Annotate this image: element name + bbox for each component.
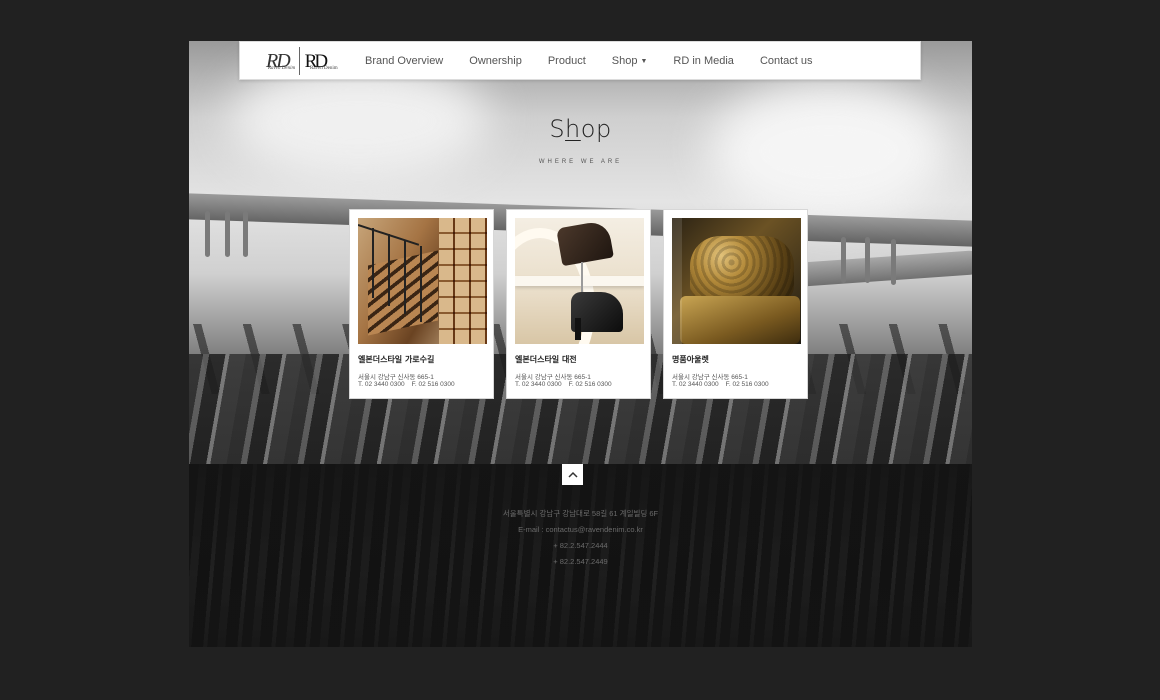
nav-brand-overview[interactable]: Brand Overview	[365, 55, 443, 67]
footer-phone: + 82.2.547.2449	[553, 557, 608, 566]
nav-rd-in-media[interactable]: RD in Media	[673, 55, 734, 67]
shop-contact: T. 02 3440 0300 F. 02 516 0300	[672, 381, 776, 388]
rail-post	[372, 228, 374, 298]
footer-email[interactable]: E-mail : contactus@ravendenim.co.kr	[189, 522, 972, 538]
main-menu: Brand Overview Ownership Product Shop ▼ R…	[365, 42, 839, 79]
hanger-hook	[865, 237, 870, 283]
shop-name: 명품아울렛	[672, 354, 709, 364]
shop-fax: F. 02 516 0300	[411, 381, 455, 388]
rail-post	[420, 246, 422, 322]
shop-card[interactable]: 엘본더스타일 가로수길 서울시 강남구 신사동 665-1 T. 02 3440…	[349, 209, 494, 399]
brown-shoe	[556, 219, 614, 267]
shop-card[interactable]: 명품아울렛 서울시 강남구 신사동 665-1 T. 02 3440 0300 F…	[663, 209, 808, 399]
hanger-hook	[243, 211, 248, 257]
title-part-underlined: h	[565, 115, 581, 143]
logo-caption-script: Raven Denim	[268, 66, 296, 71]
hanger-hook	[841, 237, 846, 283]
glass-reflection	[672, 218, 682, 344]
logo-caption-serif: Raven Denim	[310, 66, 338, 71]
bookshelf	[439, 218, 487, 344]
shop-phone: T. 02 3440 0300	[358, 381, 405, 388]
shop-fax: F. 02 516 0300	[568, 381, 612, 388]
shop-contact: T. 02 3440 0300 F. 02 516 0300	[515, 381, 619, 388]
staircase	[368, 250, 438, 336]
logo-divider	[298, 47, 300, 75]
top-navigation: RD Raven Denim RD Raven Denim Brand Over…	[239, 41, 921, 80]
rail-post	[388, 234, 390, 306]
nav-shop-label: Shop	[611, 54, 638, 67]
gold-handbag	[690, 236, 794, 302]
shop-card[interactable]: 엘본더스타일 대전 서울시 강남구 신사동 665-1 T. 02 3440 0…	[506, 209, 651, 399]
caret-down-icon: ▼	[640, 57, 648, 65]
page-title: Shop	[189, 115, 972, 143]
shop-name: 엘본더스타일 대전	[515, 354, 577, 364]
shop-name: 엘본더스타일 가로수길	[358, 354, 435, 364]
shop-photo[interactable]	[358, 218, 487, 344]
page-subtitle: WHERE WE ARE	[538, 159, 623, 165]
hanger-hook	[225, 211, 230, 257]
title-part: S	[549, 115, 566, 143]
shop-address: 서울시 강남구 신사동 665-1	[358, 374, 434, 381]
nav-shop[interactable]: Shop ▼	[612, 55, 648, 67]
shop-phone: T. 02 3440 0300	[672, 381, 719, 388]
title-part: op	[580, 115, 612, 143]
chevron-up-icon	[567, 471, 578, 478]
shop-contact: T. 02 3440 0300 F. 02 516 0300	[358, 381, 462, 388]
background-blur	[709, 81, 949, 221]
hero-section: RD Raven Denim RD Raven Denim Brand Over…	[189, 41, 972, 464]
shop-address: 서울시 강남구 신사동 665-1	[672, 374, 748, 381]
shoe-heel	[575, 318, 581, 340]
nav-contact-us[interactable]: Contact us	[760, 55, 813, 67]
display-shelf	[515, 276, 644, 286]
shop-photo[interactable]	[515, 218, 644, 344]
nav-ownership[interactable]: Ownership	[469, 55, 522, 67]
page-frame: RD Raven Denim RD Raven Denim Brand Over…	[189, 41, 972, 647]
shop-phone: T. 02 3440 0300	[515, 381, 562, 388]
site-footer: 서울특별시 강남구 강남대로 58길 61 계일빌딩 6F E-mail : c…	[189, 464, 972, 647]
display-stand	[581, 262, 583, 292]
shop-fax: F. 02 516 0300	[725, 381, 769, 388]
footer-info: 서울특별시 강남구 강남대로 58길 61 계일빌딩 6F E-mail : c…	[189, 506, 972, 570]
footer-address: 서울특별시 강남구 강남대로 58길 61 계일빌딩 6F	[502, 509, 659, 518]
shop-address: 서울시 강남구 신사동 665-1	[515, 374, 591, 381]
gold-clutch	[680, 296, 800, 344]
shop-photo[interactable]	[672, 218, 801, 344]
hanger-hook	[205, 211, 210, 257]
hanger-hook	[891, 239, 896, 285]
footer-phone: + 82.2.547.2444	[553, 541, 608, 550]
nav-product[interactable]: Product	[548, 55, 586, 67]
rail-post	[404, 240, 406, 314]
brand-logo[interactable]: RD Raven Denim RD Raven Denim	[266, 45, 338, 77]
scroll-to-top-button[interactable]	[562, 464, 583, 485]
